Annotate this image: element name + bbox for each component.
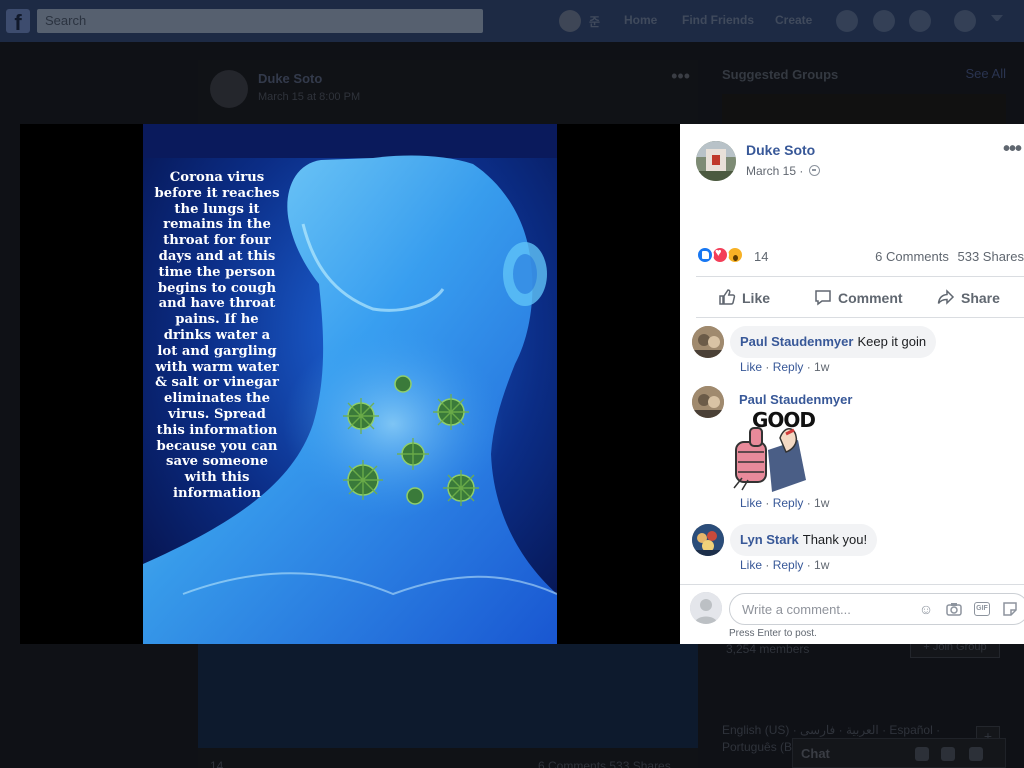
commenter-photo: [692, 386, 724, 418]
gif-icon[interactable]: GIF: [974, 602, 990, 616]
nav-find-friends-link[interactable]: Find Friends: [682, 13, 754, 27]
comment-like-link[interactable]: Like: [740, 496, 762, 510]
comment-actions: Like · Reply · 1w: [740, 496, 830, 510]
suggested-groups-title: Suggested Groups: [722, 67, 839, 82]
post-date[interactable]: March 15 ·: [746, 164, 820, 178]
avatar[interactable]: [696, 141, 736, 181]
comment-like-link[interactable]: Like: [740, 558, 762, 572]
comment-reply-link[interactable]: Reply: [773, 360, 804, 374]
comment-actions: Like · Reply · 1w: [740, 558, 830, 572]
group-chat-icon[interactable]: [941, 747, 955, 761]
shares-count-link[interactable]: 533 Shares: [958, 249, 1024, 264]
nav-create-link[interactable]: Create: [775, 13, 812, 27]
comment-input[interactable]: [742, 602, 902, 617]
nav-home-link[interactable]: Home: [624, 13, 657, 27]
good-sticker[interactable]: GOOD: [728, 408, 816, 494]
comment-author-link[interactable]: Paul Staudenmyer: [740, 334, 853, 349]
post-counts: 6 Comments 533 Shares: [875, 249, 1024, 264]
share-icon: [937, 289, 955, 305]
avatar[interactable]: [692, 386, 724, 418]
more-options-icon[interactable]: •••: [1003, 138, 1022, 161]
comment-text: Keep it goin: [857, 334, 927, 349]
comment-bubble: Paul Staudenmyer Keep it goin: [730, 326, 937, 358]
globe-icon: [808, 165, 820, 176]
profile-name[interactable]: 준: [589, 13, 600, 30]
account-menu-chevron-icon[interactable]: [991, 15, 1003, 27]
post-photo[interactable]: Corona virus before it reaches the lungs i…: [143, 124, 557, 644]
avatar: [210, 70, 248, 108]
background-more-icon: •••: [671, 66, 690, 86]
comment-age[interactable]: 1w: [814, 496, 829, 510]
comment-author-link[interactable]: Lyn Stark: [740, 532, 799, 547]
post-details-pane: Duke Soto March 15 · ••• 14 6 Comments 5…: [680, 124, 1024, 644]
notifications-icon[interactable]: [909, 10, 931, 32]
see-all-link: See All: [965, 66, 1006, 81]
group-members-count: 3,254 members: [726, 642, 810, 656]
background-post-image: [198, 644, 698, 748]
background-post-author: Duke Soto: [258, 71, 323, 86]
author-photo: [696, 141, 736, 181]
search-input[interactable]: Search: [37, 9, 483, 33]
camera-icon[interactable]: [946, 601, 962, 617]
comment-composer: ☺ GIF Press Enter to post.: [680, 584, 1024, 644]
chat-label: Chat: [801, 746, 830, 761]
help-icon[interactable]: [954, 10, 976, 32]
chat-bar[interactable]: Chat: [792, 738, 1006, 768]
suggested-group-image: [722, 94, 1006, 124]
post-author-link[interactable]: Duke Soto: [746, 142, 815, 158]
comment-age[interactable]: 1w: [814, 558, 829, 572]
comment-bubble: Lyn Stark Thank you!: [730, 524, 878, 556]
thumbs-up-icon: [719, 289, 736, 305]
avatar[interactable]: [692, 524, 724, 556]
photo-caption-text: Corona virus before it reaches the lungs i…: [154, 170, 280, 501]
like-button[interactable]: Like: [718, 288, 770, 306]
avatar: [690, 592, 722, 624]
reaction-count[interactable]: 14: [754, 249, 768, 264]
chat-settings-icon[interactable]: [969, 747, 983, 761]
sticker-text: GOOD: [752, 408, 816, 432]
comment-button[interactable]: Comment: [814, 288, 903, 306]
comment-actions: Like · Reply · 1w: [740, 360, 830, 374]
photo-viewer: Corona virus before it reaches the lungs i…: [20, 124, 680, 644]
default-user-icon: [690, 592, 722, 624]
comment-age[interactable]: 1w: [814, 360, 829, 374]
profile-avatar[interactable]: [559, 10, 581, 32]
comment-reply-link[interactable]: Reply: [773, 496, 804, 510]
comments-count-link[interactable]: 6 Comments: [875, 249, 949, 264]
composer-hint: Press Enter to post.: [729, 628, 817, 639]
comment-text: Thank you!: [802, 532, 868, 547]
comment-like-link[interactable]: Like: [740, 360, 762, 374]
comment-reply-link[interactable]: Reply: [773, 558, 804, 572]
background-post-date: March 15 at 8:00 PM: [258, 91, 361, 103]
post-action-bar: Like Comment Share: [696, 276, 1024, 318]
background-reaction-count: 14: [210, 759, 224, 768]
top-navigation-bar: f Search 준 Home Find Friends Create: [0, 0, 1024, 42]
comment-author-link[interactable]: Paul Staudenmyer: [739, 392, 852, 407]
background-post-counts: 6 Comments 533 Shares: [538, 759, 671, 768]
friend-requests-icon[interactable]: [836, 10, 858, 32]
share-button[interactable]: Share: [937, 288, 1000, 306]
new-message-icon[interactable]: [915, 747, 929, 761]
sticker-icon[interactable]: [1002, 601, 1018, 617]
emoji-icon[interactable]: ☺: [918, 601, 934, 617]
messenger-icon[interactable]: [873, 10, 895, 32]
facebook-logo-icon[interactable]: f: [6, 9, 30, 35]
comment-input-box[interactable]: ☺ GIF: [729, 593, 1024, 625]
commenter-photo: [692, 326, 724, 358]
avatar[interactable]: [692, 326, 724, 358]
comment-icon: [815, 290, 831, 306]
commenter-photo: [692, 524, 724, 556]
like-reaction-icon: [696, 246, 714, 264]
